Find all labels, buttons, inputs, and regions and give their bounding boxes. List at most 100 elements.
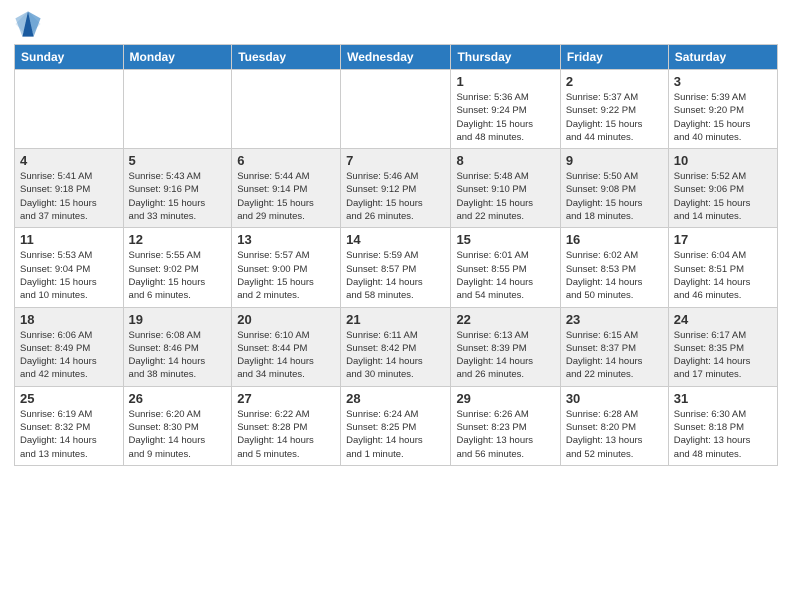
day-cell: 15Sunrise: 6:01 AMSunset: 8:55 PMDayligh… — [451, 228, 560, 307]
day-cell: 29Sunrise: 6:26 AMSunset: 8:23 PMDayligh… — [451, 386, 560, 465]
day-number: 26 — [129, 391, 227, 406]
day-info: Sunrise: 6:08 AMSunset: 8:46 PMDaylight:… — [129, 329, 227, 382]
day-cell: 18 Sunrise: 6:06 AMSunset: 8:49 PMDayligh… — [15, 307, 124, 386]
day-info: Sunrise: 5:53 AMSunset: 9:04 PMDaylight:… — [20, 249, 118, 302]
day-info: Sunrise: 5:46 AMSunset: 9:12 PMDaylight:… — [346, 170, 445, 223]
day-number: 8 — [456, 153, 554, 168]
header-cell-thursday: Thursday — [451, 45, 560, 70]
day-cell: 23 Sunrise: 6:15 AMSunset: 8:37 PMDayligh… — [560, 307, 668, 386]
week-row-2: 4 Sunrise: 5:41 AMSunset: 9:18 PMDaylight… — [15, 149, 778, 228]
day-cell: 27 Sunrise: 6:22 AMSunset: 8:28 PMDayligh… — [232, 386, 341, 465]
day-number: 16 — [566, 232, 663, 247]
day-number: 25 — [20, 391, 118, 406]
day-cell: 6Sunrise: 5:44 AMSunset: 9:14 PMDaylight… — [232, 149, 341, 228]
day-info: Sunrise: 5:55 AMSunset: 9:02 PMDaylight:… — [129, 249, 227, 302]
week-row-5: 25 Sunrise: 6:19 AMSunset: 8:32 PMDayligh… — [15, 386, 778, 465]
day-number: 9 — [566, 153, 663, 168]
day-cell: 24 Sunrise: 6:17 AMSunset: 8:35 PMDayligh… — [668, 307, 777, 386]
day-info: Sunrise: 5:52 AMSunset: 9:06 PMDaylight:… — [674, 170, 772, 223]
day-info: Sunrise: 6:19 AMSunset: 8:32 PMDaylight:… — [20, 408, 118, 461]
day-number: 29 — [456, 391, 554, 406]
day-info: Sunrise: 6:02 AMSunset: 8:53 PMDaylight:… — [566, 249, 663, 302]
day-cell: 5 Sunrise: 5:43 AMSunset: 9:16 PMDaylight… — [123, 149, 232, 228]
day-cell: 2 Sunrise: 5:37 AMSunset: 9:22 PMDaylight… — [560, 70, 668, 149]
day-info: Sunrise: 6:22 AMSunset: 8:28 PMDaylight:… — [237, 408, 335, 461]
day-number: 6 — [237, 153, 335, 168]
day-number: 24 — [674, 312, 772, 327]
day-number: 17 — [674, 232, 772, 247]
day-info: Sunrise: 6:06 AMSunset: 8:49 PMDaylight:… — [20, 329, 118, 382]
day-info: Sunrise: 6:24 AMSunset: 8:25 PMDaylight:… — [346, 408, 445, 461]
day-number: 20 — [237, 312, 335, 327]
day-cell: 11 Sunrise: 5:53 AMSunset: 9:04 PMDayligh… — [15, 228, 124, 307]
logo — [14, 10, 46, 38]
day-number: 31 — [674, 391, 772, 406]
day-number: 2 — [566, 74, 663, 89]
day-cell: 26 Sunrise: 6:20 AMSunset: 8:30 PMDayligh… — [123, 386, 232, 465]
day-info: Sunrise: 6:10 AMSunset: 8:44 PMDaylight:… — [237, 329, 335, 382]
day-number: 21 — [346, 312, 445, 327]
week-row-3: 11 Sunrise: 5:53 AMSunset: 9:04 PMDayligh… — [15, 228, 778, 307]
calendar-table: SundayMondayTuesdayWednesdayThursdayFrid… — [14, 44, 778, 466]
day-number: 12 — [129, 232, 227, 247]
day-cell — [15, 70, 124, 149]
day-number: 28 — [346, 391, 445, 406]
day-cell: 30 Sunrise: 6:28 AMSunset: 8:20 PMDayligh… — [560, 386, 668, 465]
day-info: Sunrise: 6:20 AMSunset: 8:30 PMDaylight:… — [129, 408, 227, 461]
header-cell-sunday: Sunday — [15, 45, 124, 70]
day-info: Sunrise: 5:48 AMSunset: 9:10 PMDaylight:… — [456, 170, 554, 223]
day-number: 10 — [674, 153, 772, 168]
day-info: Sunrise: 6:11 AMSunset: 8:42 PMDaylight:… — [346, 329, 445, 382]
day-number: 30 — [566, 391, 663, 406]
day-info: Sunrise: 5:37 AMSunset: 9:22 PMDaylight:… — [566, 91, 663, 144]
day-info: Sunrise: 5:50 AMSunset: 9:08 PMDaylight:… — [566, 170, 663, 223]
week-row-1: 1 Sunrise: 5:36 AMSunset: 9:24 PMDaylight… — [15, 70, 778, 149]
day-cell: 14Sunrise: 5:59 AMSunset: 8:57 PMDayligh… — [341, 228, 451, 307]
day-cell: 31 Sunrise: 6:30 AMSunset: 8:18 PMDayligh… — [668, 386, 777, 465]
day-number: 27 — [237, 391, 335, 406]
day-number: 18 — [20, 312, 118, 327]
day-info: Sunrise: 5:57 AMSunset: 9:00 PMDaylight:… — [237, 249, 335, 302]
day-cell: 17Sunrise: 6:04 AMSunset: 8:51 PMDayligh… — [668, 228, 777, 307]
logo-icon — [14, 10, 42, 38]
day-cell — [123, 70, 232, 149]
day-number: 11 — [20, 232, 118, 247]
day-info: Sunrise: 6:30 AMSunset: 8:18 PMDaylight:… — [674, 408, 772, 461]
day-number: 22 — [456, 312, 554, 327]
day-cell: 3Sunrise: 5:39 AMSunset: 9:20 PMDaylight… — [668, 70, 777, 149]
week-row-4: 18 Sunrise: 6:06 AMSunset: 8:49 PMDayligh… — [15, 307, 778, 386]
header — [14, 10, 778, 38]
day-cell: 1 Sunrise: 5:36 AMSunset: 9:24 PMDaylight… — [451, 70, 560, 149]
day-number: 15 — [456, 232, 554, 247]
day-cell: 20 Sunrise: 6:10 AMSunset: 8:44 PMDayligh… — [232, 307, 341, 386]
day-cell: 21 Sunrise: 6:11 AMSunset: 8:42 PMDayligh… — [341, 307, 451, 386]
day-number: 14 — [346, 232, 445, 247]
day-number: 3 — [674, 74, 772, 89]
day-info: Sunrise: 5:41 AMSunset: 9:18 PMDaylight:… — [20, 170, 118, 223]
page: SundayMondayTuesdayWednesdayThursdayFrid… — [0, 0, 792, 476]
day-number: 13 — [237, 232, 335, 247]
day-number: 5 — [129, 153, 227, 168]
day-cell: 7Sunrise: 5:46 AMSunset: 9:12 PMDaylight… — [341, 149, 451, 228]
day-cell: 8 Sunrise: 5:48 AMSunset: 9:10 PMDaylight… — [451, 149, 560, 228]
header-cell-friday: Friday — [560, 45, 668, 70]
header-cell-saturday: Saturday — [668, 45, 777, 70]
day-cell: 22Sunrise: 6:13 AMSunset: 8:39 PMDayligh… — [451, 307, 560, 386]
day-cell: 25 Sunrise: 6:19 AMSunset: 8:32 PMDayligh… — [15, 386, 124, 465]
header-cell-monday: Monday — [123, 45, 232, 70]
day-info: Sunrise: 5:36 AMSunset: 9:24 PMDaylight:… — [456, 91, 554, 144]
day-number: 4 — [20, 153, 118, 168]
day-info: Sunrise: 6:15 AMSunset: 8:37 PMDaylight:… — [566, 329, 663, 382]
day-cell: 10 Sunrise: 5:52 AMSunset: 9:06 PMDayligh… — [668, 149, 777, 228]
day-info: Sunrise: 6:28 AMSunset: 8:20 PMDaylight:… — [566, 408, 663, 461]
day-number: 23 — [566, 312, 663, 327]
day-cell: 19Sunrise: 6:08 AMSunset: 8:46 PMDayligh… — [123, 307, 232, 386]
day-cell: 9 Sunrise: 5:50 AMSunset: 9:08 PMDaylight… — [560, 149, 668, 228]
day-number: 1 — [456, 74, 554, 89]
header-cell-wednesday: Wednesday — [341, 45, 451, 70]
day-cell: 16 Sunrise: 6:02 AMSunset: 8:53 PMDayligh… — [560, 228, 668, 307]
day-info: Sunrise: 6:17 AMSunset: 8:35 PMDaylight:… — [674, 329, 772, 382]
day-cell — [341, 70, 451, 149]
day-cell: 4 Sunrise: 5:41 AMSunset: 9:18 PMDaylight… — [15, 149, 124, 228]
day-info: Sunrise: 5:43 AMSunset: 9:16 PMDaylight:… — [129, 170, 227, 223]
